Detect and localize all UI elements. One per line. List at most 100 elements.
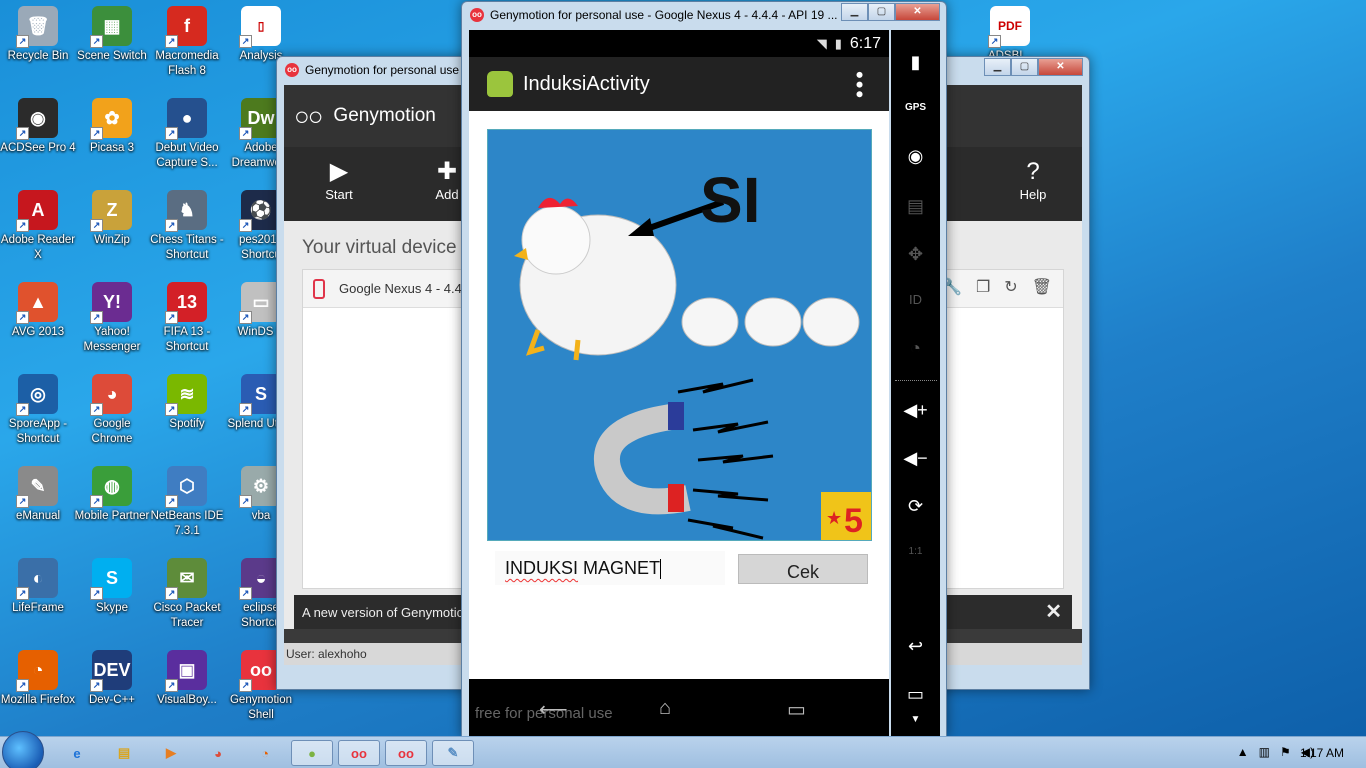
volume-down-icon[interactable]: ◀− <box>891 448 940 469</box>
tray-expand-icon[interactable]: ▲ <box>1237 745 1249 759</box>
close-button[interactable]: ✕ <box>895 3 940 21</box>
back-nav-icon[interactable]: ⟵ <box>539 697 568 722</box>
flag-icon[interactable]: ⚑ <box>1280 745 1291 759</box>
maximize-button[interactable]: ▢ <box>1011 58 1038 76</box>
shortcut-arrow-icon: ↗ <box>165 587 178 600</box>
desktop-icon[interactable]: Y! ↗ Yahoo! Messenger <box>74 282 150 355</box>
rss-widget-icon[interactable]: ◔ <box>891 338 940 359</box>
taskbar-genymotion-icon[interactable]: oo <box>385 740 427 766</box>
volume-up-icon[interactable]: ◀+ <box>891 400 940 421</box>
hen-beak <box>514 248 528 260</box>
minimize-button[interactable]: ▁ <box>984 58 1011 76</box>
shortcut-arrow-icon: ↗ <box>90 127 103 140</box>
shortcut-arrow-icon: ↗ <box>90 679 103 692</box>
home-nav-icon[interactable]: ⌂ <box>659 697 671 720</box>
wifi-icon: ◥ <box>816 35 827 51</box>
back-widget-icon[interactable]: ↩ <box>891 636 940 657</box>
app-icon: ♞ ↗ <box>165 190 207 232</box>
desktop-icon[interactable]: A ↗ Adobe Reader X <box>0 190 76 263</box>
app-icon: f ↗ <box>165 6 207 48</box>
capture-widget-icon[interactable]: ▤ <box>891 196 940 217</box>
app-icon: 🗑 ↗ <box>16 6 58 48</box>
magnet-pole-north <box>668 402 684 430</box>
taskbar-chrome-icon[interactable]: ◕ <box>197 740 239 766</box>
answer-word-2: MAGNET <box>578 558 661 578</box>
phone-icon <box>313 278 325 299</box>
desktop-icon[interactable]: f ↗ Macromedia Flash 8 <box>149 6 225 79</box>
magnet-pole-south <box>668 484 684 512</box>
taskbar-android-icon[interactable]: ● <box>291 740 333 766</box>
desktop-icon[interactable]: ◍ ↗ Mobile Partner <box>74 466 150 524</box>
desktop-icon[interactable]: S ↗ Skype <box>74 558 150 616</box>
shortcut-arrow-icon: ↗ <box>90 35 103 48</box>
battery-widget-icon[interactable]: ▮ <box>891 52 940 73</box>
clock[interactable]: 1:17 AM <box>1300 746 1344 760</box>
dismiss-notice-icon[interactable]: ✕ <box>1045 599 1062 624</box>
desktop-icon[interactable]: ▣ ↗ VisualBoy... <box>149 650 225 708</box>
desktop-icon[interactable]: 🗑 ↗ Recycle Bin <box>0 6 76 64</box>
taskbar-ie-icon[interactable]: e <box>56 740 98 766</box>
rotate-icon[interactable]: ⟳ <box>891 496 940 517</box>
taskbar-genymotion-icon[interactable]: oo <box>338 740 380 766</box>
shortcut-arrow-icon: ↗ <box>16 679 29 692</box>
desktop-icon[interactable]: DEV ↗ Dev-C++ <box>74 650 150 708</box>
dpad-widget-icon[interactable]: ✥ <box>891 244 940 265</box>
id-widget-icon[interactable]: ID <box>891 292 940 307</box>
desktop-icon[interactable]: ● ↗ Debut Video Capture S... <box>149 98 225 171</box>
cek-button[interactable]: Cek <box>738 554 868 584</box>
emulator-window[interactable]: oo Genymotion for personal use - Google … <box>461 1 947 737</box>
desktop-icon[interactable]: ▦ ↗ Scene Switch <box>74 6 150 64</box>
minimize-button[interactable]: ▁ <box>841 3 868 21</box>
android-screen[interactable]: ◥ ▮ 6:17 InduksiActivity ••• SI ★ 5 INDU… <box>469 30 889 736</box>
battery-icon: ▮ <box>834 35 842 51</box>
app-icon: ● ↗ <box>165 98 207 140</box>
desktop-icon[interactable]: ◎ ↗ SporeApp - Shortcut <box>0 374 76 447</box>
desktop-icon[interactable]: ✉ ↗ Cisco Packet Tracer <box>149 558 225 631</box>
network-icon[interactable]: ▥ <box>1259 745 1270 759</box>
recent-widget-icon[interactable]: ▭ <box>891 684 940 705</box>
camera-widget-icon[interactable]: ◉ <box>891 146 940 167</box>
gps-widget-icon[interactable]: GPS <box>891 102 940 113</box>
reset-icon[interactable]: ↻ <box>1004 277 1017 297</box>
desktop-icon[interactable]: ✿ ↗ Picasa 3 <box>74 98 150 156</box>
shortcut-arrow-icon: ↗ <box>165 127 178 140</box>
desktop-icon[interactable]: 13 ↗ FIFA 13 - Shortcut <box>149 282 225 355</box>
taskbar-media-icon[interactable]: ▶ <box>150 740 192 766</box>
desktop-icon[interactable]: ≋ ↗ Spotify <box>149 374 225 432</box>
desktop-icon[interactable]: ⬡ ↗ NetBeans IDE 7.3.1 <box>149 466 225 539</box>
taskbar-firefox-icon[interactable]: ◔ <box>244 740 286 766</box>
desktop-icon[interactable]: ▲ ↗ AVG 2013 <box>0 282 76 340</box>
app-name: Genymotion <box>333 105 436 126</box>
desktop-icon[interactable]: ◉ ↗ ACDSee Pro 4 <box>0 98 76 156</box>
desktop-icon[interactable]: ◐ ↗ LifeFrame <box>0 558 76 616</box>
start-button[interactable]: ▶ Start <box>304 157 374 202</box>
desktop-icon-label: Debut Video Capture S... <box>155 142 219 169</box>
scroll-down-icon[interactable]: ▼ <box>891 714 940 725</box>
desktop-icon-label: NetBeans IDE 7.3.1 <box>150 510 224 537</box>
overflow-menu-icon[interactable]: ••• <box>847 71 872 100</box>
text-caret <box>660 559 662 580</box>
desktop-icon[interactable]: ◔ ↗ Mozilla Firefox <box>0 650 76 708</box>
action-bar: InduksiActivity ••• <box>469 57 889 111</box>
desktop-icon[interactable]: ✎ ↗ eManual <box>0 466 76 524</box>
taskbar-explorer-icon[interactable]: ▤ <box>103 740 145 766</box>
desktop-icon[interactable]: ◕ ↗ Google Chrome <box>74 374 150 447</box>
maximize-button[interactable]: ▢ <box>868 3 895 21</box>
desktop-icon[interactable]: Z ↗ WinZip <box>74 190 150 248</box>
recents-nav-icon[interactable]: ▭ <box>787 697 806 722</box>
answer-input[interactable]: INDUKSI MAGNET <box>495 551 725 585</box>
help-button[interactable]: ? Help <box>998 157 1068 202</box>
sidebar-divider <box>895 380 937 381</box>
app-icon: A ↗ <box>16 190 58 232</box>
close-button[interactable]: ✕ <box>1038 58 1083 76</box>
clone-icon[interactable]: ❐ <box>976 277 990 297</box>
update-notice-text: A new version of Genymotic <box>302 604 464 620</box>
desktop-icon[interactable]: ♞ ↗ Chess Titans - Shortcut <box>149 190 225 263</box>
desktop-icon-label: Spotify <box>169 418 205 430</box>
shortcut-arrow-icon: ↗ <box>90 495 103 508</box>
shortcut-arrow-icon: ↗ <box>90 219 103 232</box>
start-button[interactable] <box>2 731 44 768</box>
taskbar-paint-icon[interactable]: ✎ <box>432 740 474 766</box>
trash-icon[interactable]: 🗑 <box>1032 277 1052 297</box>
pixel-ratio-icon[interactable]: 1:1 <box>891 546 940 557</box>
